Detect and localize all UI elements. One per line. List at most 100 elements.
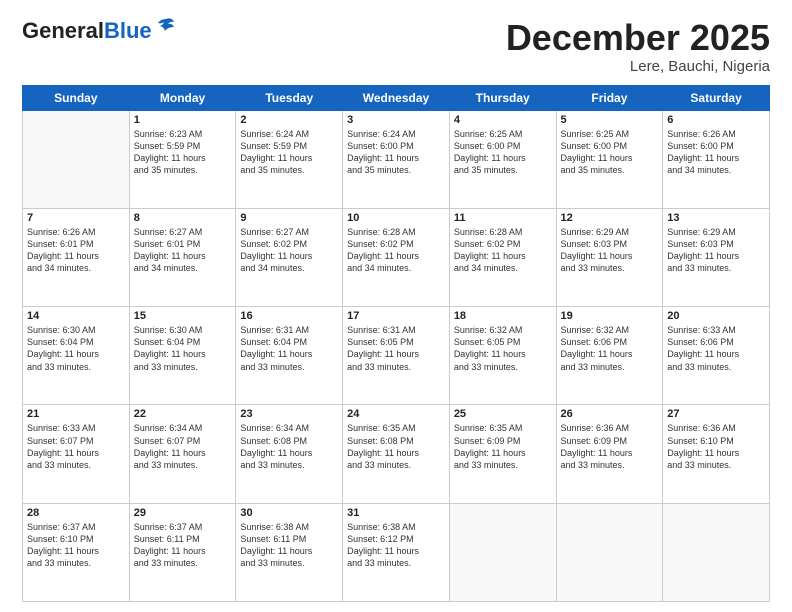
calendar-cell: 11 Sunrise: 6:28 AMSunset: 6:02 PMDayligh…	[449, 208, 556, 306]
day-number: 16	[240, 310, 338, 322]
calendar-cell: 3Sunrise: 6:24 AMSunset: 6:00 PMDaylight…	[343, 110, 450, 208]
weekday-header: Wednesday	[343, 85, 450, 110]
calendar-cell: 17Sunrise: 6:31 AMSunset: 6:05 PMDayligh…	[343, 307, 450, 405]
calendar-cell: 26 Sunrise: 6:36 AMSunset: 6:09 PMDayligh…	[556, 405, 663, 503]
day-number: 23	[240, 408, 338, 420]
cell-info: Sunrise: 6:27 AMSunset: 6:01 PMDaylight:…	[134, 226, 232, 275]
day-number: 8	[134, 212, 232, 224]
day-number: 13	[667, 212, 765, 224]
cell-info: Sunrise: 6:37 AMSunset: 6:11 PMDaylight:…	[134, 521, 232, 570]
day-number: 11	[454, 212, 552, 224]
calendar-cell: 1Sunrise: 6:23 AMSunset: 5:59 PMDaylight…	[129, 110, 236, 208]
day-number: 6	[667, 114, 765, 126]
day-number: 26	[561, 408, 659, 420]
calendar-cell: 29 Sunrise: 6:37 AMSunset: 6:11 PMDayligh…	[129, 503, 236, 601]
cell-info: Sunrise: 6:36 AMSunset: 6:09 PMDaylight:…	[561, 422, 659, 471]
calendar-cell: 8 Sunrise: 6:27 AMSunset: 6:01 PMDaylight…	[129, 208, 236, 306]
day-number: 15	[134, 310, 232, 322]
cell-info: Sunrise: 6:32 AMSunset: 6:06 PMDaylight:…	[561, 324, 659, 373]
cell-info: Sunrise: 6:35 AMSunset: 6:09 PMDaylight:…	[454, 422, 552, 471]
day-number: 4	[454, 114, 552, 126]
cell-info: Sunrise: 6:31 AMSunset: 6:05 PMDaylight:…	[347, 324, 445, 373]
calendar-cell: 10 Sunrise: 6:28 AMSunset: 6:02 PMDayligh…	[343, 208, 450, 306]
logo-general: GeneralBlue	[22, 18, 152, 44]
calendar-cell	[449, 503, 556, 601]
day-number: 25	[454, 408, 552, 420]
calendar-cell: 6 Sunrise: 6:26 AMSunset: 6:00 PMDaylight…	[663, 110, 770, 208]
day-number: 9	[240, 212, 338, 224]
day-number: 7	[27, 212, 125, 224]
calendar-cell: 7Sunrise: 6:26 AMSunset: 6:01 PMDaylight…	[23, 208, 130, 306]
cell-info: Sunrise: 6:38 AMSunset: 6:11 PMDaylight:…	[240, 521, 338, 570]
day-number: 12	[561, 212, 659, 224]
calendar-cell: 20 Sunrise: 6:33 AMSunset: 6:06 PMDayligh…	[663, 307, 770, 405]
calendar-cell: 28Sunrise: 6:37 AMSunset: 6:10 PMDayligh…	[23, 503, 130, 601]
cell-info: Sunrise: 6:28 AMSunset: 6:02 PMDaylight:…	[454, 226, 552, 275]
calendar-cell: 13 Sunrise: 6:29 AMSunset: 6:03 PMDayligh…	[663, 208, 770, 306]
cell-info: Sunrise: 6:36 AMSunset: 6:10 PMDaylight:…	[667, 422, 765, 471]
weekday-header: Thursday	[449, 85, 556, 110]
weekday-header: Tuesday	[236, 85, 343, 110]
cell-info: Sunrise: 6:24 AMSunset: 6:00 PMDaylight:…	[347, 128, 445, 177]
day-number: 10	[347, 212, 445, 224]
day-number: 24	[347, 408, 445, 420]
day-number: 20	[667, 310, 765, 322]
cell-info: Sunrise: 6:30 AMSunset: 6:04 PMDaylight:…	[134, 324, 232, 373]
cell-info: Sunrise: 6:24 AMSunset: 5:59 PMDaylight:…	[240, 128, 338, 177]
calendar-week-row: 14 Sunrise: 6:30 AMSunset: 6:04 PMDayligh…	[23, 307, 770, 405]
calendar-cell: 27 Sunrise: 6:36 AMSunset: 6:10 PMDayligh…	[663, 405, 770, 503]
calendar-cell: 9 Sunrise: 6:27 AMSunset: 6:02 PMDaylight…	[236, 208, 343, 306]
cell-info: Sunrise: 6:31 AMSunset: 6:04 PMDaylight:…	[240, 324, 338, 373]
day-number: 19	[561, 310, 659, 322]
calendar-cell: 22 Sunrise: 6:34 AMSunset: 6:07 PMDayligh…	[129, 405, 236, 503]
day-number: 14	[27, 310, 125, 322]
calendar-cell: 16 Sunrise: 6:31 AMSunset: 6:04 PMDayligh…	[236, 307, 343, 405]
calendar-cell: 23 Sunrise: 6:34 AMSunset: 6:08 PMDayligh…	[236, 405, 343, 503]
day-number: 18	[454, 310, 552, 322]
day-number: 22	[134, 408, 232, 420]
day-number: 29	[134, 507, 232, 519]
calendar-week-row: 21 Sunrise: 6:33 AMSunset: 6:07 PMDayligh…	[23, 405, 770, 503]
day-number: 5	[561, 114, 659, 126]
calendar-cell	[23, 110, 130, 208]
weekday-header: Friday	[556, 85, 663, 110]
page: GeneralBlue December 2025 Lere, Bauchi, …	[0, 0, 792, 612]
cell-info: Sunrise: 6:26 AMSunset: 6:00 PMDaylight:…	[667, 128, 765, 177]
calendar-cell: 21 Sunrise: 6:33 AMSunset: 6:07 PMDayligh…	[23, 405, 130, 503]
logo-blue: Blue	[104, 18, 152, 43]
day-number: 27	[667, 408, 765, 420]
cell-info: Sunrise: 6:38 AMSunset: 6:12 PMDaylight:…	[347, 521, 445, 570]
cell-info: Sunrise: 6:27 AMSunset: 6:02 PMDaylight:…	[240, 226, 338, 275]
cell-info: Sunrise: 6:34 AMSunset: 6:08 PMDaylight:…	[240, 422, 338, 471]
logo: GeneralBlue	[22, 18, 176, 44]
calendar-cell: 2 Sunrise: 6:24 AMSunset: 5:59 PMDaylight…	[236, 110, 343, 208]
calendar-cell: 25 Sunrise: 6:35 AMSunset: 6:09 PMDayligh…	[449, 405, 556, 503]
logo-bird-icon	[154, 17, 176, 39]
day-number: 2	[240, 114, 338, 126]
cell-info: Sunrise: 6:35 AMSunset: 6:08 PMDaylight:…	[347, 422, 445, 471]
calendar-cell: 14Sunrise: 6:30 AMSunset: 6:04 PMDayligh…	[23, 307, 130, 405]
calendar-cell: 19 Sunrise: 6:32 AMSunset: 6:06 PMDayligh…	[556, 307, 663, 405]
cell-info: Sunrise: 6:34 AMSunset: 6:07 PMDaylight:…	[134, 422, 232, 471]
calendar-cell: 12 Sunrise: 6:29 AMSunset: 6:03 PMDayligh…	[556, 208, 663, 306]
calendar-cell	[556, 503, 663, 601]
cell-info: Sunrise: 6:29 AMSunset: 6:03 PMDaylight:…	[667, 226, 765, 275]
cell-info: Sunrise: 6:25 AMSunset: 6:00 PMDaylight:…	[561, 128, 659, 177]
cell-info: Sunrise: 6:29 AMSunset: 6:03 PMDaylight:…	[561, 226, 659, 275]
day-number: 31	[347, 507, 445, 519]
cell-info: Sunrise: 6:33 AMSunset: 6:06 PMDaylight:…	[667, 324, 765, 373]
calendar-cell: 18Sunrise: 6:32 AMSunset: 6:05 PMDayligh…	[449, 307, 556, 405]
day-number: 28	[27, 507, 125, 519]
cell-info: Sunrise: 6:25 AMSunset: 6:00 PMDaylight:…	[454, 128, 552, 177]
day-number: 30	[240, 507, 338, 519]
cell-info: Sunrise: 6:33 AMSunset: 6:07 PMDaylight:…	[27, 422, 125, 471]
calendar-cell: 5 Sunrise: 6:25 AMSunset: 6:00 PMDaylight…	[556, 110, 663, 208]
cell-info: Sunrise: 6:28 AMSunset: 6:02 PMDaylight:…	[347, 226, 445, 275]
calendar-cell: 4 Sunrise: 6:25 AMSunset: 6:00 PMDaylight…	[449, 110, 556, 208]
day-number: 21	[27, 408, 125, 420]
calendar-cell: 24 Sunrise: 6:35 AMSunset: 6:08 PMDayligh…	[343, 405, 450, 503]
location: Lere, Bauchi, Nigeria	[506, 58, 770, 75]
calendar-week-row: 1Sunrise: 6:23 AMSunset: 5:59 PMDaylight…	[23, 110, 770, 208]
weekday-header: Sunday	[23, 85, 130, 110]
calendar-week-row: 28Sunrise: 6:37 AMSunset: 6:10 PMDayligh…	[23, 503, 770, 601]
